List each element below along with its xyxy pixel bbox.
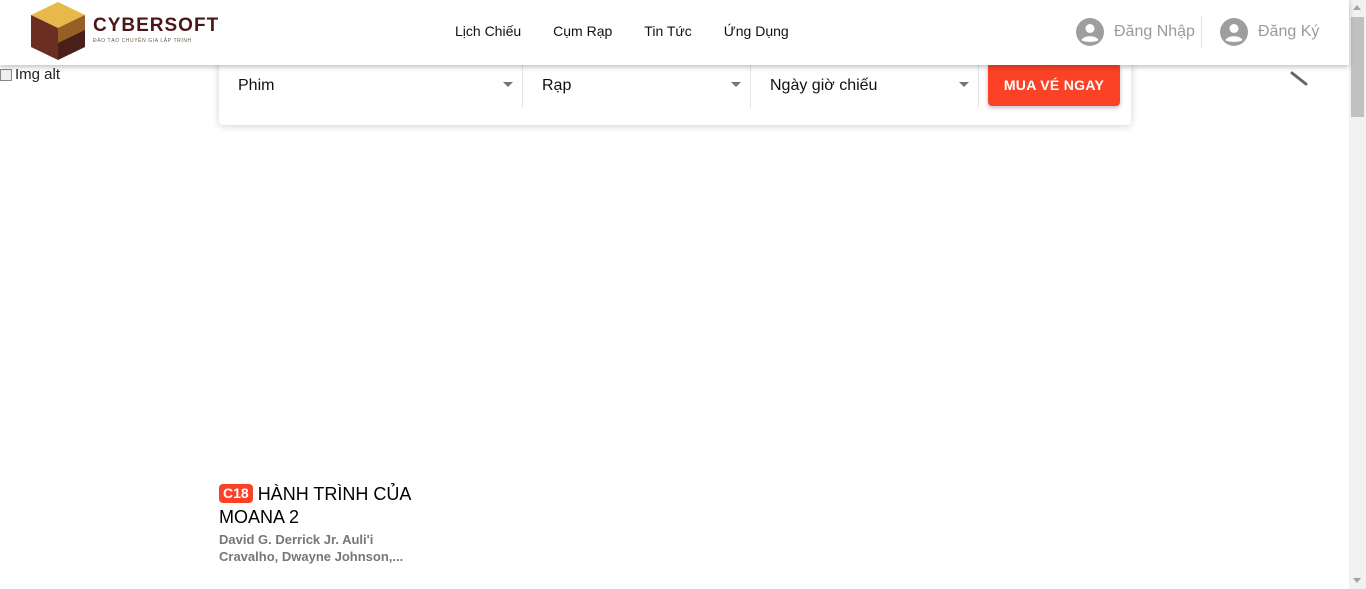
buy-ticket-button[interactable]: MUA VÉ NGAY [988, 63, 1120, 106]
brand-tagline: ĐÀO TẠO CHUYÊN GIA LẬP TRÌNH [93, 38, 192, 44]
nav-item-cinemas[interactable]: Cụm Rạp [553, 23, 612, 39]
auth-divider [1201, 16, 1202, 48]
chevron-down-icon [503, 82, 513, 87]
showtime-select[interactable]: Ngày giờ chiếu [770, 64, 975, 108]
chevron-down-icon [731, 82, 741, 87]
main-nav: Lịch Chiếu Cụm Rạp Tin Tức Ứng Dụng [455, 23, 821, 39]
login-button[interactable]: Đăng Nhập [1076, 18, 1195, 46]
nav-item-news[interactable]: Tin Tức [644, 23, 692, 39]
register-button[interactable]: Đăng Ký [1220, 18, 1319, 46]
header: CYBERSOFT ĐÀO TẠO CHUYÊN GIA LẬP TRÌNH L… [0, 0, 1349, 65]
brand-name: CYBERSOFT [93, 15, 220, 36]
nav-item-app[interactable]: Ứng Dụng [724, 23, 789, 39]
movie-cast: David G. Derrick Jr. Auli'i Cravalho, Dw… [219, 532, 404, 564]
divider [750, 64, 751, 108]
scroll-down-arrow-icon[interactable] [1353, 578, 1361, 583]
chevron-down-icon [959, 82, 969, 87]
broken-image-icon [0, 68, 12, 81]
age-rating-badge: C18 [219, 484, 253, 503]
scroll-up-arrow-icon[interactable] [1353, 5, 1361, 10]
carousel-next-arrow-icon[interactable] [1290, 70, 1310, 88]
banner-image-alt: Img alt [15, 66, 61, 83]
page-scrollbar[interactable] [1349, 0, 1366, 589]
movie-select[interactable]: Phim [238, 64, 519, 108]
user-circle-icon [1076, 18, 1104, 46]
movie-card[interactable]: C18 HÀNH TRÌNH CỦA MOANA 2 David G. Derri… [219, 483, 439, 565]
movie-title-row: C18 HÀNH TRÌNH CỦA MOANA 2 [219, 483, 439, 529]
logo[interactable]: CYBERSOFT ĐÀO TẠO CHUYÊN GIA LẬP TRÌNH [27, 0, 227, 62]
divider [522, 64, 523, 108]
nav-item-showtimes[interactable]: Lịch Chiếu [455, 23, 521, 39]
cinema-select[interactable]: Rạp [542, 64, 747, 108]
movie-select-label: Phim [238, 77, 275, 94]
divider [978, 64, 979, 108]
login-label: Đăng Nhập [1114, 23, 1195, 40]
logo-cube-icon [31, 2, 85, 60]
scroll-thumb[interactable] [1351, 17, 1364, 117]
cinema-select-label: Rạp [542, 77, 572, 94]
banner-image: Img alt [0, 66, 60, 83]
user-circle-icon [1220, 18, 1248, 46]
register-label: Đăng Ký [1258, 23, 1320, 40]
showtime-select-label: Ngày giờ chiếu [770, 77, 878, 94]
